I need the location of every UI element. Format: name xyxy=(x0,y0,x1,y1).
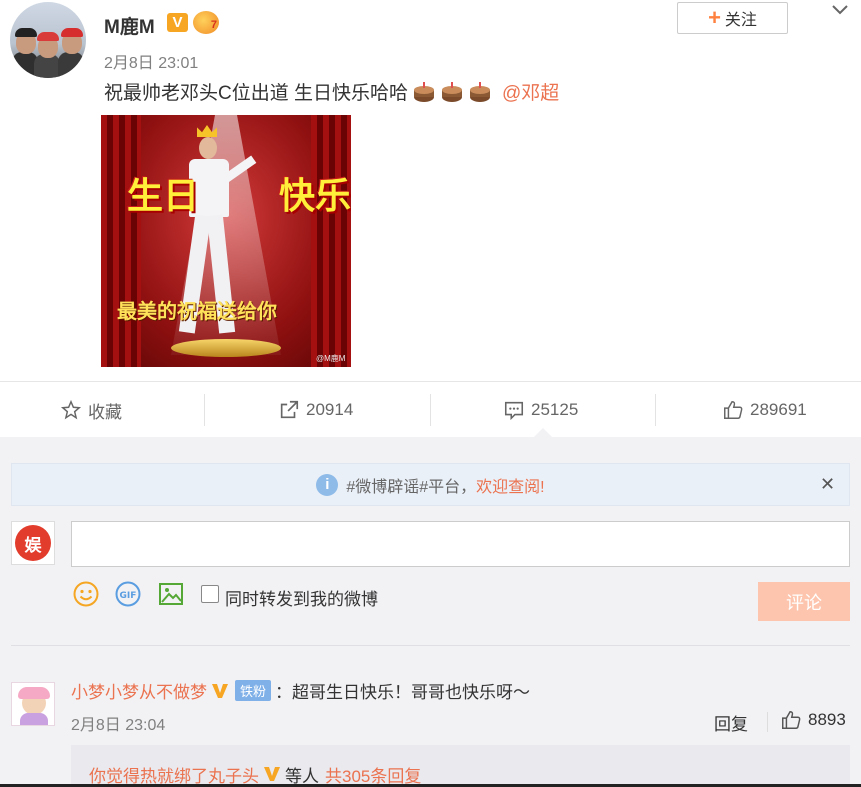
comment-icon xyxy=(504,401,524,421)
curtain-left xyxy=(101,115,141,367)
follow-label: 关注 xyxy=(724,12,757,29)
favorite-button[interactable]: 收藏 xyxy=(60,392,122,428)
comment-button[interactable]: 25125 xyxy=(503,392,578,428)
repost-button[interactable]: 20914 xyxy=(278,392,353,428)
thumbs-up-icon xyxy=(782,711,801,729)
author-name[interactable]: M鹿M xyxy=(104,12,155,39)
emoji-icon[interactable] xyxy=(72,580,100,608)
image-banner: 最美的祝福送给你 xyxy=(117,301,277,323)
post-image[interactable]: 生日 快乐 最美的祝福送给你 @M鹿M xyxy=(101,115,351,367)
reply-button[interactable]: 回复 xyxy=(714,710,748,735)
rumor-notice: i #微博辟谣#平台， 欢迎查阅! xyxy=(11,463,850,506)
like-count: 289691 xyxy=(750,400,807,419)
sub-reply-total[interactable]: 共305条回复 xyxy=(325,762,421,787)
image-icon[interactable] xyxy=(157,580,185,608)
my-avatar-logo: 娱 xyxy=(15,525,51,561)
divider xyxy=(0,381,861,382)
divider xyxy=(204,394,205,426)
post-text-body: 祝最帅老邓头C位出道 生日快乐哈哈 xyxy=(104,83,409,104)
repost-checkbox[interactable] xyxy=(201,585,219,603)
weibo-post-page: M鹿M V 7 2月8日 23:01 + 关注 祝最帅老邓头C位出道 生日快乐哈… xyxy=(0,0,861,787)
avatar-figure xyxy=(20,713,48,725)
fan-badge[interactable]: 铁粉 xyxy=(235,680,272,701)
post-time[interactable]: 2月8日 23:01 xyxy=(104,49,198,73)
verified-icon: V xyxy=(167,13,188,32)
vip-v-icon xyxy=(212,683,228,698)
divider xyxy=(11,645,850,646)
avatar-figure xyxy=(37,32,59,41)
svg-text:GIF: GIF xyxy=(120,591,137,601)
image-text-right: 快乐 xyxy=(279,176,351,217)
level-badge-icon[interactable]: 7 xyxy=(193,11,219,34)
my-avatar[interactable]: 娱 xyxy=(11,521,55,565)
comment-like-button[interactable]: 8893 xyxy=(780,709,846,731)
sub-reply-user[interactable]: 你觉得热就绑了丸子头 xyxy=(89,762,259,787)
divider xyxy=(430,394,431,426)
divider xyxy=(767,712,768,732)
comment-time: 2月8日 23:04 xyxy=(71,717,166,734)
chevron-down-icon[interactable] xyxy=(828,0,852,20)
post-text: 祝最帅老邓头C位出道 生日快乐哈哈 @邓超 xyxy=(104,78,559,105)
notice-text: #微博辟谣#平台， xyxy=(346,478,477,496)
stage xyxy=(171,339,281,357)
person-head xyxy=(199,137,217,159)
repost-count: 20914 xyxy=(306,400,354,419)
image-text-left: 生日 xyxy=(127,176,200,217)
avatar-figure xyxy=(15,28,37,37)
comment-like-count: 8893 xyxy=(808,710,846,729)
repost-checkbox-label[interactable]: 同时转发到我的微博 xyxy=(225,585,378,610)
thumbs-up-icon xyxy=(724,401,743,419)
sub-reply-middle: 等人 xyxy=(285,766,319,786)
cake-emoji-icon xyxy=(442,81,463,102)
cake-emoji-icon xyxy=(470,81,491,102)
notice-link[interactable]: 欢迎查阅! xyxy=(476,473,544,497)
star-icon xyxy=(60,399,82,420)
image-watermark: @M鹿M xyxy=(316,354,346,363)
avatar-figure xyxy=(61,28,83,37)
curtain-right xyxy=(311,115,351,367)
comment-input[interactable] xyxy=(71,521,850,567)
mention-link[interactable]: @邓超 xyxy=(502,78,559,105)
plus-icon: + xyxy=(708,5,721,30)
avatar-figure xyxy=(58,52,84,78)
comment-count: 25125 xyxy=(531,400,579,419)
panel-caret xyxy=(533,428,553,438)
comment-line: 小梦小梦从不做梦 铁粉 ：超哥生日快乐！哥哥也快乐呀～ xyxy=(71,678,530,703)
divider xyxy=(655,394,656,426)
vip-v-icon xyxy=(264,767,280,781)
author-avatar[interactable] xyxy=(10,2,86,78)
avatar-figure xyxy=(18,687,50,699)
cake-emoji-icon xyxy=(414,81,435,102)
commenter-avatar[interactable] xyxy=(11,682,55,726)
favorite-label: 收藏 xyxy=(88,402,122,422)
comment-text: ：超哥生日快乐！哥哥也快乐呀～ xyxy=(275,683,531,702)
like-button[interactable]: 289691 xyxy=(722,392,807,428)
close-icon[interactable]: ✕ xyxy=(820,474,835,495)
follow-button[interactable]: + 关注 xyxy=(677,2,788,34)
gif-icon[interactable]: GIF xyxy=(114,580,142,608)
commenter-name[interactable]: 小梦小梦从不做梦 xyxy=(71,678,207,703)
share-icon xyxy=(280,400,299,419)
sub-reply-summary[interactable]: 你觉得热就绑了丸子头 等人 共305条回复 xyxy=(71,745,850,787)
comment-submit-button[interactable]: 评论 xyxy=(758,582,850,621)
info-icon: i xyxy=(316,473,339,496)
